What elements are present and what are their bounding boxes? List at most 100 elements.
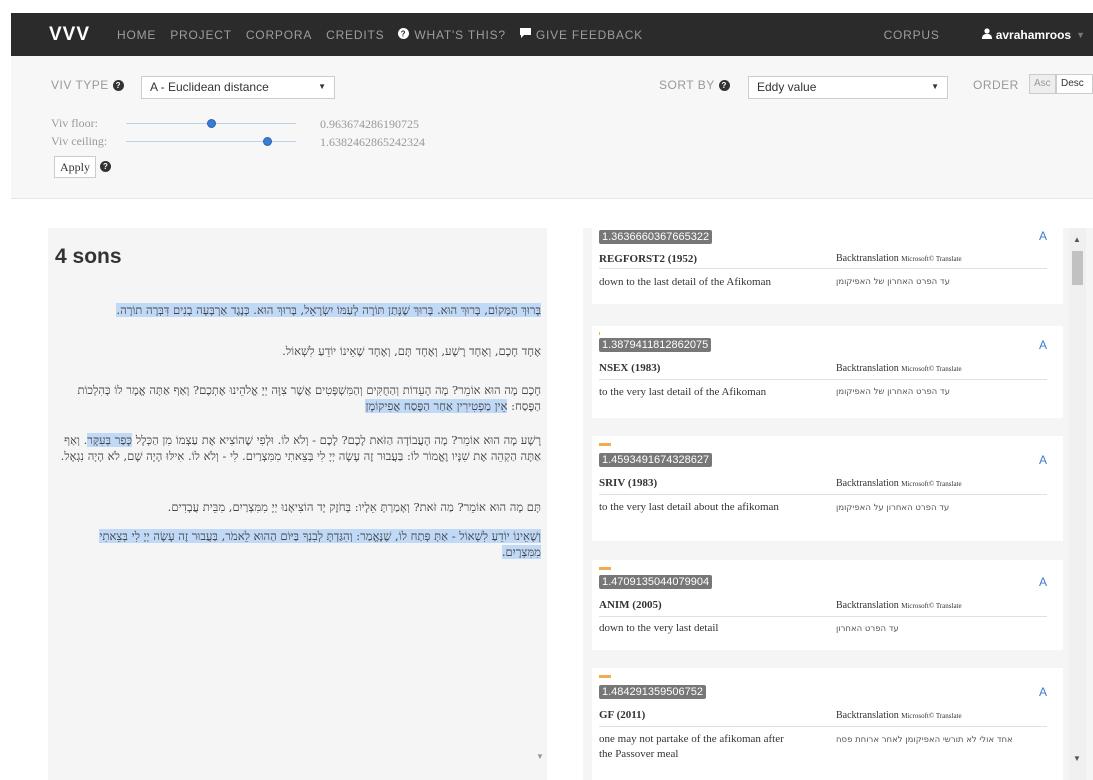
nav-project[interactable]: PROJECT [170, 28, 232, 42]
hebrew-backtranslation: עד הפרט האחרון של האפיקומן [836, 277, 950, 287]
scrollbar-thumb[interactable] [1072, 251, 1083, 285]
user-icon [981, 27, 992, 42]
nav-give-feedback-label: GIVE FEEDBACK [535, 27, 643, 42]
text-paragraph: אֶחָד חָכָם, וְאֶחָד רָשָׁע, וְאֶחָד תָּ… [61, 343, 541, 359]
result-card[interactable]: 1.4709135044079904 A ANIM (2005) Backtra… [592, 560, 1063, 650]
translator-name: Microsoft© Translate [901, 365, 962, 373]
comment-icon [519, 28, 531, 41]
scroll-down-arrow-icon[interactable]: ▼ [1073, 754, 1081, 763]
brand-logo[interactable]: VVV [49, 24, 90, 46]
highlighted-segment[interactable]: בָּרוּךְ הַמָּקוֹם, בָּרוּךְ הוּא. בָּרו… [116, 303, 541, 317]
nav-give-feedback[interactable]: GIVE FEEDBACK [519, 27, 643, 42]
divider [599, 379, 1047, 380]
svg-text:?: ? [401, 29, 407, 38]
viv-floor-label: Viv floor: [51, 116, 98, 130]
score-badge: 1.484291359506752 [599, 685, 706, 699]
nav-right: CORPUS avrahamroos ▼ [884, 28, 1093, 42]
result-card[interactable]: 1.3879411812862075 A NSEX (1983) Backtra… [592, 326, 1063, 418]
score-badge: 1.3636660367665322 [599, 230, 713, 244]
text-title: 4 sons [55, 245, 122, 268]
grade-label: A [1038, 229, 1047, 243]
backtranslation-text: Backtranslation [836, 253, 899, 264]
text-paragraph: בָּרוּךְ הַמָּקוֹם, בָּרוּךְ הוּא. בָּרו… [61, 302, 541, 318]
user-menu[interactable]: avrahamroos ▼ [981, 27, 1085, 42]
result-source: SRIV (1983) [599, 477, 658, 489]
translator-name: Microsoft© Translate [901, 712, 962, 720]
viv-floor-value: 0.963674286190725 [320, 117, 419, 131]
backtranslation-text: Backtranslation [836, 478, 899, 489]
text-paragraph: רָשָׁע מָה הוּא אוֹמֵר? מָה הָעֲבוֹדָה ה… [51, 432, 541, 464]
score-bar [599, 443, 611, 446]
hebrew-backtranslation: אחד אולי לא תורשי האפיקומן לאחר ארוחת פס… [836, 735, 1013, 745]
english-translation: down to the last detail of the Afikoman [599, 276, 771, 288]
order-desc-button[interactable]: Desc [1056, 74, 1093, 94]
backtranslation-text: Backtranslation [836, 363, 899, 374]
highlighted-segment[interactable]: כָּפַר בְּעִקָּר [87, 433, 133, 447]
navbar: VVV HOME PROJECT CORPORA CREDITS ? WHAT'… [11, 13, 1093, 56]
highlighted-segment[interactable]: וְשֶׁאֵינוֹ יוֹדֵעַ לִשְׁאוֹל - אַתְּ פְ… [99, 529, 541, 559]
result-card[interactable]: 1.4593491674328627 A SRIV (1983) Backtra… [592, 436, 1063, 541]
help-icon[interactable]: ? [718, 79, 730, 91]
grade-label: A [1038, 338, 1047, 352]
score-bar [599, 675, 611, 678]
grade-label: A [1038, 453, 1047, 467]
nav-corpus[interactable]: CORPUS [884, 28, 940, 42]
english-translation: to the very last detail of the Afikoman [599, 386, 767, 398]
results-list: 1.3636660367665322 A REGFORST2 (1952) Ba… [583, 228, 1093, 780]
translator-name: Microsoft© Translate [901, 255, 962, 263]
viv-type-label-text: VIV TYPE [51, 78, 109, 92]
backtranslation-label: Backtranslation Microsoft© Translate [836, 600, 962, 611]
grade-label: A [1038, 575, 1047, 589]
highlighted-segment[interactable]: אֵין מַפְטִירִין אַחַר הַפֶּסַח אֲפִיקוֹ… [365, 399, 508, 413]
user-name: avrahamroos [995, 27, 1072, 42]
apply-button[interactable]: Apply [54, 156, 96, 178]
question-circle-icon: ? [398, 27, 410, 42]
backtranslation-label: Backtranslation Microsoft© Translate [836, 363, 962, 374]
backtranslation-label: Backtranslation Microsoft© Translate [836, 253, 962, 264]
nav-credits[interactable]: CREDITS [326, 28, 384, 42]
nav-corpora[interactable]: CORPORA [246, 28, 312, 42]
sort-by-select[interactable]: Eddy value ▼ [748, 76, 948, 99]
english-translation: to the very last detail about the afikom… [599, 501, 779, 513]
text-segment: רָשָׁע מָה הוּא אוֹמֵר? מָה הָעֲבוֹדָה ה… [132, 433, 541, 447]
hebrew-backtranslation: עד הפרט האחרון של האפיקומן [836, 387, 950, 397]
viv-floor-handle[interactable] [207, 119, 216, 128]
viv-ceiling-handle[interactable] [263, 137, 272, 146]
chevron-down-icon: ▼ [318, 82, 326, 91]
results-scrollbar[interactable]: ▲ ▼ [1069, 228, 1086, 780]
help-icon[interactable]: ? [112, 79, 124, 91]
backtranslation-label: Backtranslation Microsoft© Translate [836, 710, 962, 721]
filter-controls: VIV TYPE ? A - Euclidean distance ▼ SORT… [11, 56, 1093, 199]
score-badge: 1.4709135044079904 [599, 575, 713, 589]
help-icon[interactable]: ? [100, 161, 111, 172]
chevron-down-icon: ▼ [931, 82, 939, 91]
viv-type-select[interactable]: A - Euclidean distance ▼ [141, 76, 335, 99]
score-bar [599, 567, 611, 570]
scroll-up-arrow-icon[interactable]: ▲ [1073, 235, 1081, 244]
source-text-panel: 4 sons בָּרוּךְ הַמָּקוֹם, בָּרוּךְ הוּא… [48, 228, 547, 780]
sort-by-label: SORT BY ? [659, 78, 730, 92]
backtranslation-label: Backtranslation Microsoft© Translate [836, 478, 962, 489]
nav-whats-this-label: WHAT'S THIS? [414, 27, 506, 42]
result-source: ANIM (2005) [599, 599, 662, 611]
nav-whats-this[interactable]: ? WHAT'S THIS? [398, 27, 506, 42]
order-asc-button[interactable]: Asc [1029, 74, 1056, 94]
viv-ceiling-value: 1.6382462865242324 [320, 135, 425, 149]
nav-home[interactable]: HOME [117, 28, 156, 42]
sort-by-select-value: Eddy value [757, 80, 817, 94]
viv-type-label: VIV TYPE ? [51, 78, 124, 92]
score-badge: 1.4593491674328627 [599, 453, 713, 467]
divider [599, 494, 1047, 495]
result-card[interactable]: 1.3636660367665322 A REGFORST2 (1952) Ba… [592, 228, 1063, 304]
divider [599, 726, 1047, 727]
viv-ceiling-label: Viv ceiling: [51, 134, 108, 148]
grade-label: A [1038, 685, 1047, 699]
text-paragraph: וְשֶׁאֵינוֹ יוֹדֵעַ לִשְׁאוֹל - אַתְּ פְ… [61, 528, 541, 560]
viv-type-select-value: A - Euclidean distance [150, 80, 269, 94]
text-segment: תָּם מָה הוּא אוֹמֵר? מַה זֹּאת? וְאָמַר… [167, 500, 541, 514]
sort-by-label-text: SORT BY [659, 78, 715, 92]
result-card[interactable]: 1.484291359506752 A GF (2011) Backtransl… [592, 668, 1063, 780]
scroll-down-arrow-icon[interactable]: ▼ [536, 752, 544, 761]
backtranslation-text: Backtranslation [836, 600, 899, 611]
score-bar [599, 332, 600, 335]
